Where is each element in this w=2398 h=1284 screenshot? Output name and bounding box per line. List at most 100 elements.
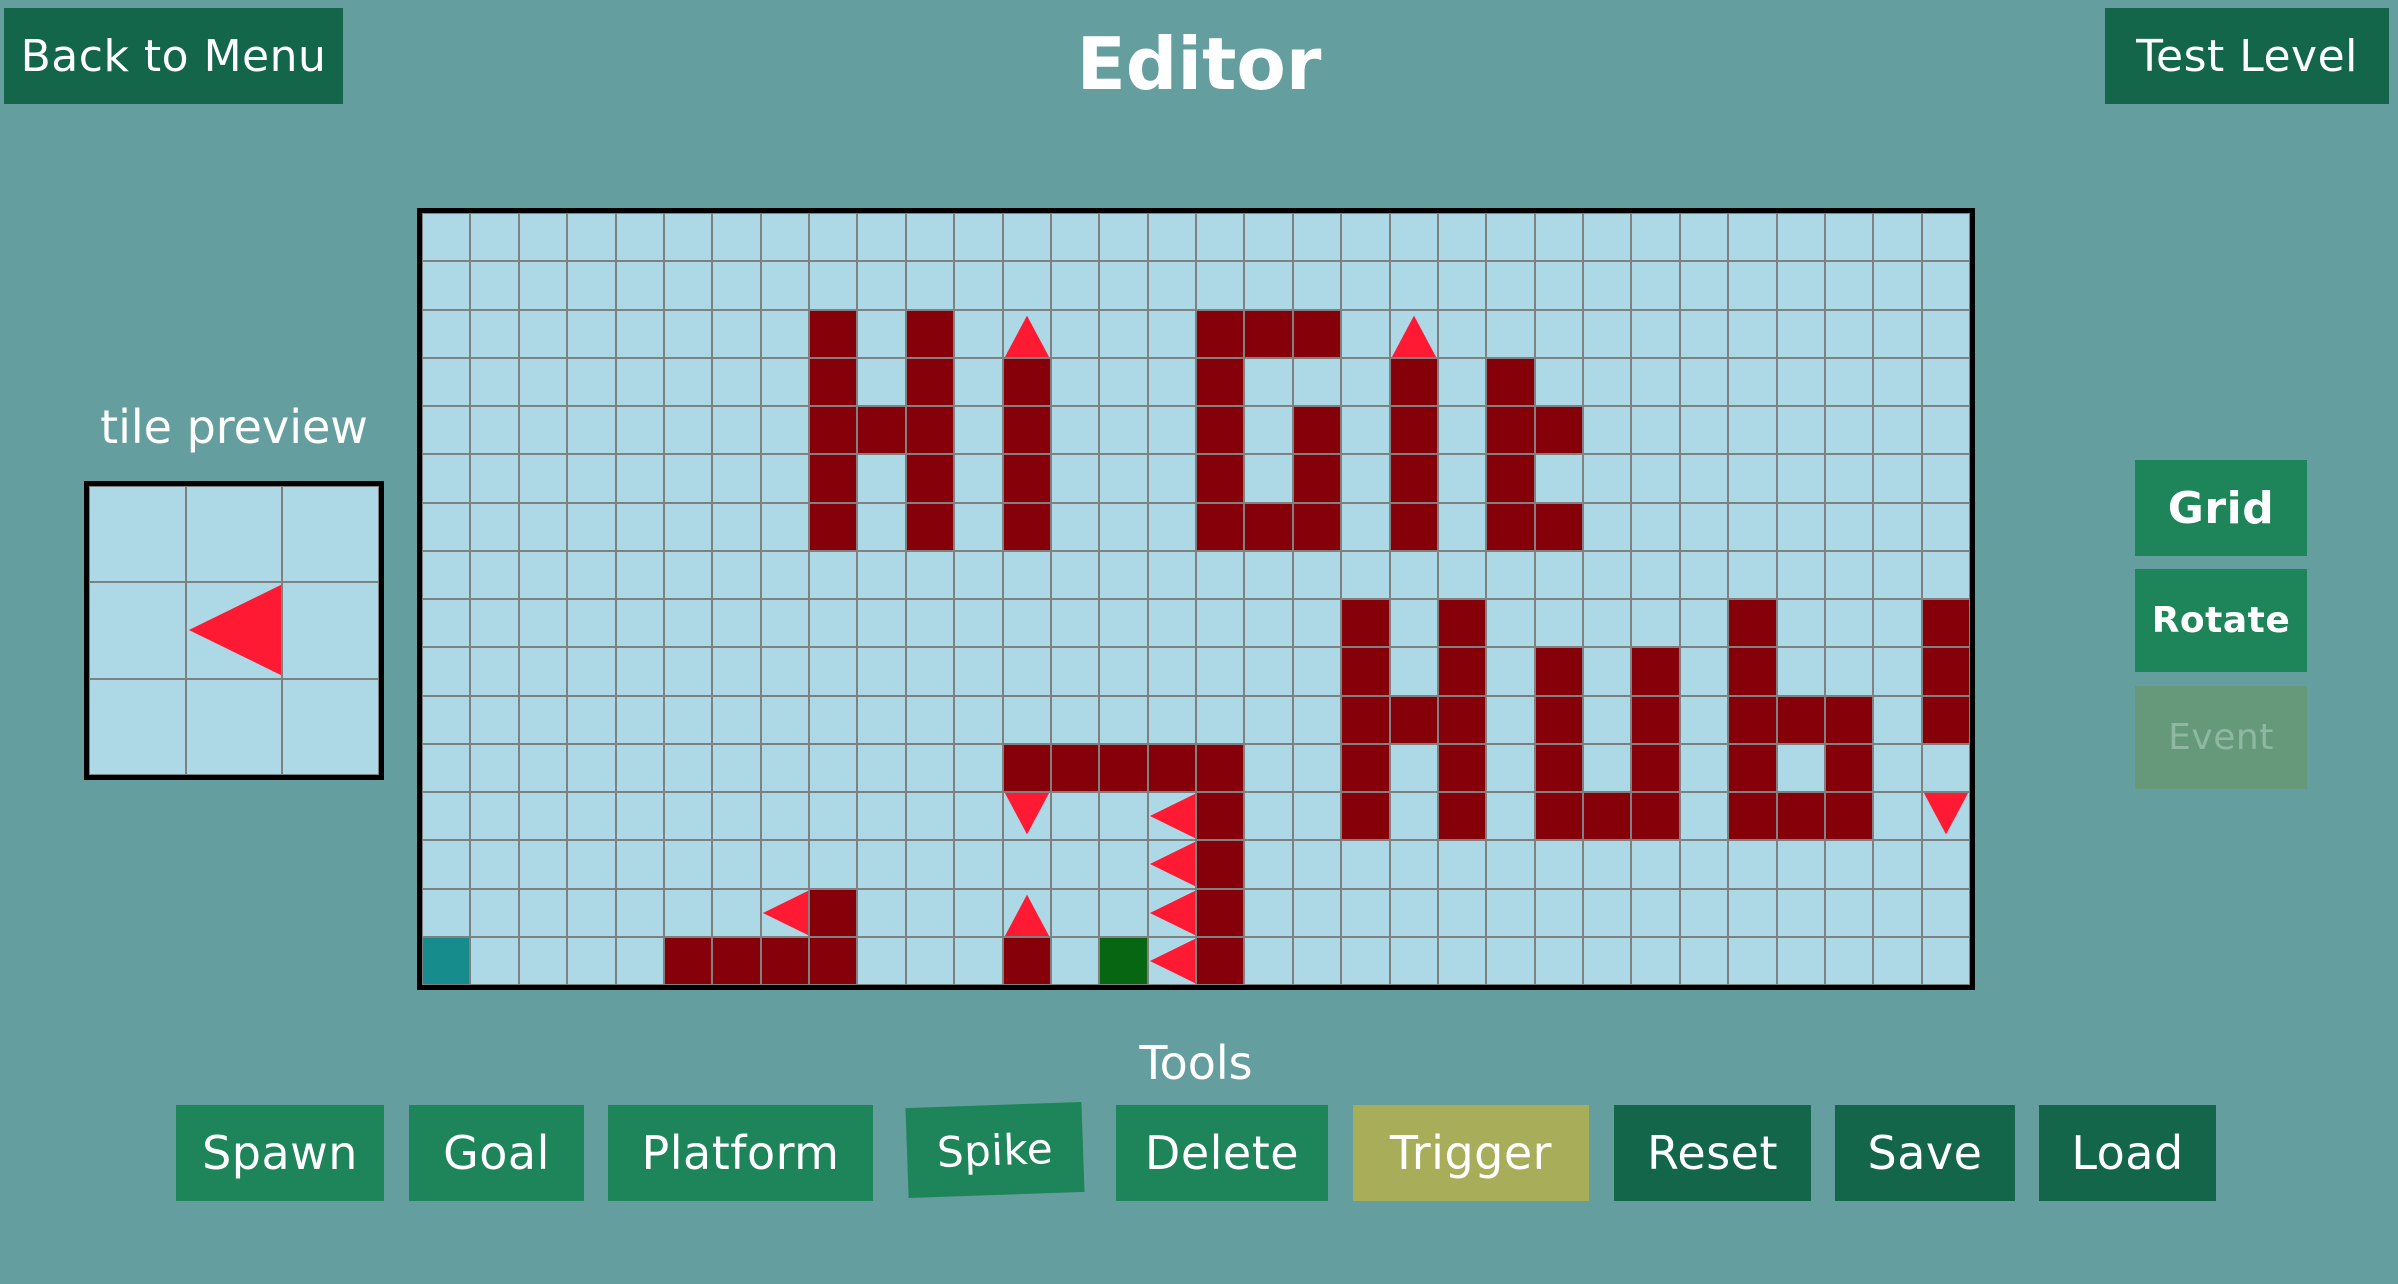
tool-goal-button[interactable]: Goal (409, 1105, 584, 1201)
grid-cell[interactable] (617, 504, 663, 550)
grid-cell[interactable] (858, 841, 905, 888)
grid-cell[interactable] (1245, 407, 1292, 453)
grid-cell[interactable] (955, 504, 1002, 550)
grid-cell[interactable] (1778, 841, 1824, 888)
wall-tile[interactable] (1004, 938, 1050, 984)
grid-cell[interactable] (1245, 359, 1292, 405)
grid-cell[interactable] (617, 552, 663, 598)
grid-cell[interactable] (1052, 504, 1098, 550)
grid-cell[interactable] (713, 793, 760, 839)
wall-tile[interactable] (1004, 504, 1050, 550)
grid-cell[interactable] (762, 359, 808, 405)
grid-cell[interactable] (1391, 793, 1437, 839)
wall-tile[interactable] (1632, 745, 1679, 791)
wall-tile[interactable] (762, 938, 808, 984)
grid-cell[interactable] (1342, 504, 1389, 550)
grid-cell[interactable] (1439, 407, 1485, 453)
grid-cell[interactable] (955, 359, 1002, 405)
grid-cell[interactable] (1245, 890, 1292, 936)
spawn-tile[interactable] (423, 938, 469, 984)
grid-cell[interactable] (1826, 841, 1872, 888)
grid-cell[interactable] (1197, 262, 1243, 309)
grid-cell[interactable] (955, 890, 1002, 936)
grid-cell[interactable] (1100, 455, 1147, 502)
wall-tile[interactable] (810, 504, 856, 550)
level-grid-cells[interactable] (422, 213, 1970, 985)
grid-cell[interactable] (1245, 793, 1292, 839)
grid-cell[interactable] (762, 841, 808, 888)
wall-tile[interactable] (1439, 648, 1485, 695)
grid-cell[interactable] (1391, 552, 1437, 598)
grid-cell[interactable] (1487, 697, 1534, 743)
grid-cell[interactable] (858, 359, 905, 405)
grid-cell[interactable] (1052, 890, 1098, 936)
grid-cell[interactable] (1874, 841, 1921, 888)
wall-tile[interactable] (1197, 359, 1243, 405)
grid-cell[interactable] (423, 407, 469, 453)
grid-cell[interactable] (520, 890, 566, 936)
grid-cell[interactable] (1536, 841, 1582, 888)
grid-cell[interactable] (858, 600, 905, 646)
tool-spawn-button[interactable]: Spawn (176, 1105, 384, 1201)
grid-cell[interactable] (1149, 262, 1195, 309)
grid-cell[interactable] (1874, 311, 1921, 357)
grid-cell[interactable] (713, 214, 760, 260)
grid-cell[interactable] (762, 407, 808, 453)
grid-cell[interactable] (1826, 214, 1872, 260)
grid-cell[interactable] (1826, 407, 1872, 453)
wall-tile[interactable] (1391, 504, 1437, 550)
grid-cell[interactable] (1826, 648, 1872, 695)
wall-tile[interactable] (1342, 600, 1389, 646)
grid-cell[interactable] (1584, 890, 1630, 936)
grid-cell[interactable] (1778, 552, 1824, 598)
grid-cell[interactable] (1584, 359, 1630, 405)
wall-tile[interactable] (1632, 793, 1679, 839)
grid-cell[interactable] (471, 793, 518, 839)
grid-cell[interactable] (762, 745, 808, 791)
wall-tile[interactable] (1487, 455, 1534, 502)
grid-cell[interactable] (1004, 648, 1050, 695)
grid-cell[interactable] (1681, 648, 1727, 695)
grid-cell[interactable] (955, 262, 1002, 309)
grid-cell[interactable] (1874, 455, 1921, 502)
grid-cell[interactable] (1342, 938, 1389, 984)
grid-cell[interactable] (1487, 648, 1534, 695)
grid-cell[interactable] (1826, 359, 1872, 405)
grid-cell[interactable] (423, 552, 469, 598)
grid-cell[interactable] (1778, 600, 1824, 646)
wall-tile[interactable] (1294, 407, 1340, 453)
grid-cell[interactable] (1874, 552, 1921, 598)
grid-cell[interactable] (1294, 648, 1340, 695)
grid-cell[interactable] (1439, 504, 1485, 550)
grid-cell[interactable] (1100, 359, 1147, 405)
grid-cell[interactable] (568, 504, 615, 550)
grid-cell[interactable] (1874, 648, 1921, 695)
grid-cell[interactable] (1923, 890, 1969, 936)
grid-cell[interactable] (665, 648, 711, 695)
grid-cell[interactable] (1439, 890, 1485, 936)
wall-tile[interactable] (1439, 793, 1485, 839)
grid-cell[interactable] (665, 311, 711, 357)
grid-cell[interactable] (1342, 311, 1389, 357)
grid-cell[interactable] (1874, 407, 1921, 453)
grid-cell[interactable] (1487, 841, 1534, 888)
grid-cell[interactable] (471, 841, 518, 888)
grid-cell[interactable] (762, 697, 808, 743)
grid-cell[interactable] (907, 793, 953, 839)
load-button[interactable]: Load (2039, 1105, 2216, 1201)
grid-cell[interactable] (1487, 214, 1534, 260)
grid-cell[interactable] (568, 745, 615, 791)
grid-cell[interactable] (1100, 600, 1147, 646)
wall-tile[interactable] (1778, 697, 1824, 743)
grid-cell[interactable] (1729, 938, 1776, 984)
grid-cell[interactable] (471, 455, 518, 502)
grid-cell[interactable] (1294, 552, 1340, 598)
grid-cell[interactable] (1632, 359, 1679, 405)
wall-tile[interactable] (907, 504, 953, 550)
grid-cell[interactable] (1874, 793, 1921, 839)
grid-cell[interactable] (1100, 648, 1147, 695)
wall-tile[interactable] (1536, 793, 1582, 839)
grid-cell[interactable] (1149, 552, 1195, 598)
grid-cell[interactable] (1874, 504, 1921, 550)
grid-cell[interactable] (665, 407, 711, 453)
